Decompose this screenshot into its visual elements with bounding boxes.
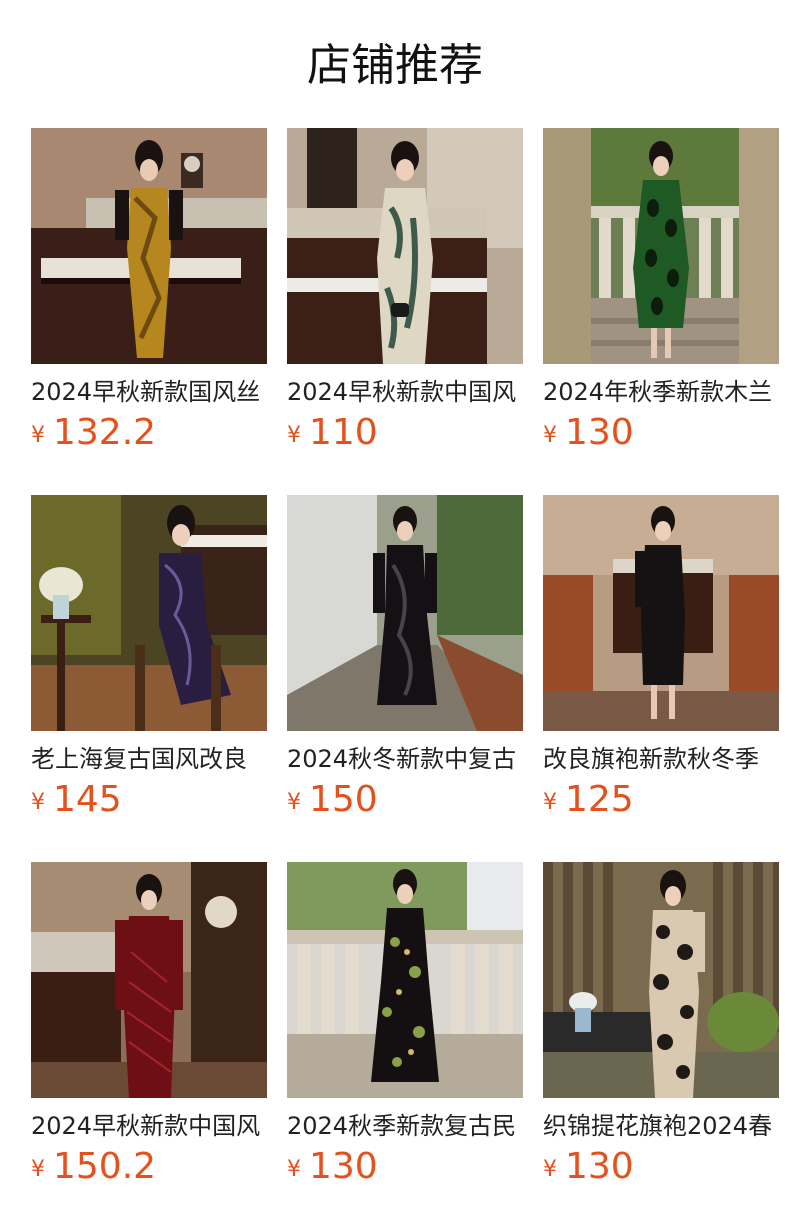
product-image[interactable] xyxy=(287,128,523,364)
product-grid: 2024早秋新款国风丝 ¥132.2 2024早秋新款中国风 ¥110 2024… xyxy=(31,128,779,1229)
product-image[interactable] xyxy=(287,862,523,1098)
currency-symbol: ¥ xyxy=(287,1157,301,1182)
product-price: ¥110 xyxy=(287,413,523,456)
product-image[interactable] xyxy=(543,495,779,731)
product-card[interactable]: 2024秋冬新款中复古 ¥150 xyxy=(287,495,523,862)
product-title[interactable]: 2024秋冬新款中复古 xyxy=(287,744,523,774)
price-value: 130 xyxy=(309,1146,378,1187)
price-value: 130 xyxy=(565,1146,634,1187)
currency-symbol: ¥ xyxy=(31,790,45,815)
price-value: 125 xyxy=(565,779,634,820)
product-price: ¥150.2 xyxy=(31,1147,267,1190)
page-title: 店铺推荐 xyxy=(307,40,483,91)
product-card[interactable]: 2024早秋新款中国风 ¥150.2 xyxy=(31,862,267,1229)
price-value: 110 xyxy=(309,412,378,453)
product-price: ¥125 xyxy=(543,780,779,823)
product-image[interactable] xyxy=(31,862,267,1098)
product-title[interactable]: 2024早秋新款国风丝 xyxy=(31,377,267,407)
currency-symbol: ¥ xyxy=(31,423,45,448)
product-image[interactable] xyxy=(543,128,779,364)
product-price: ¥130 xyxy=(287,1147,523,1190)
product-title[interactable]: 老上海复古国风改良 xyxy=(31,744,267,774)
price-value: 130 xyxy=(565,412,634,453)
product-price: ¥130 xyxy=(543,1147,779,1190)
product-card[interactable]: 改良旗袍新款秋冬季 ¥125 xyxy=(543,495,779,862)
product-title[interactable]: 2024早秋新款中国风 xyxy=(31,1111,267,1141)
product-image[interactable] xyxy=(31,495,267,731)
product-title[interactable]: 织锦提花旗袍2024春 xyxy=(543,1111,779,1141)
product-price: ¥130 xyxy=(543,413,779,456)
price-value: 145 xyxy=(53,779,122,820)
product-card[interactable]: 2024早秋新款中国风 ¥110 xyxy=(287,128,523,495)
product-card[interactable]: 织锦提花旗袍2024春 ¥130 xyxy=(543,862,779,1229)
currency-symbol: ¥ xyxy=(31,1157,45,1182)
currency-symbol: ¥ xyxy=(287,423,301,448)
currency-symbol: ¥ xyxy=(543,790,557,815)
product-image[interactable] xyxy=(31,128,267,364)
price-value: 150 xyxy=(309,779,378,820)
product-price: ¥145 xyxy=(31,780,267,823)
product-card[interactable]: 老上海复古国风改良 ¥145 xyxy=(31,495,267,862)
product-card[interactable]: 2024年秋季新款木兰 ¥130 xyxy=(543,128,779,495)
price-value: 132.2 xyxy=(53,412,157,453)
currency-symbol: ¥ xyxy=(543,423,557,448)
product-title[interactable]: 2024年秋季新款木兰 xyxy=(543,377,779,407)
product-card[interactable]: 2024早秋新款国风丝 ¥132.2 xyxy=(31,128,267,495)
product-image[interactable] xyxy=(543,862,779,1098)
product-title[interactable]: 2024秋季新款复古民 xyxy=(287,1111,523,1141)
product-title[interactable]: 改良旗袍新款秋冬季 xyxy=(543,744,779,774)
price-value: 150.2 xyxy=(53,1146,157,1187)
product-card[interactable]: 2024秋季新款复古民 ¥130 xyxy=(287,862,523,1229)
product-title[interactable]: 2024早秋新款中国风 xyxy=(287,377,523,407)
product-price: ¥150 xyxy=(287,780,523,823)
currency-symbol: ¥ xyxy=(543,1157,557,1182)
currency-symbol: ¥ xyxy=(287,790,301,815)
product-image[interactable] xyxy=(287,495,523,731)
product-price: ¥132.2 xyxy=(31,413,267,456)
